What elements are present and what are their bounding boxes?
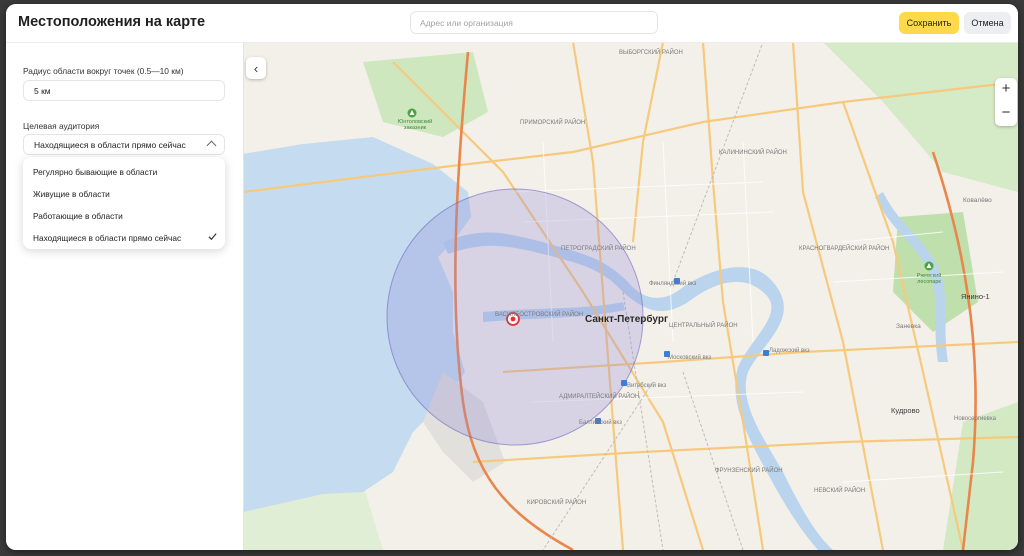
map-label-zanevka: Заневка [896, 323, 921, 330]
map-label-frunzensky: ФРУНЗЕНСКИЙ РАЙОН [715, 468, 783, 474]
map-label-admiralteysky: АДМИРАЛТЕЙСКИЙ РАЙОН [559, 394, 640, 400]
option-label: Живущие в области [33, 189, 110, 199]
save-button[interactable]: Сохранить [899, 12, 959, 34]
map-label-vyborgsky: ВЫБОРГСКИЙ РАЙОН [619, 50, 683, 56]
map-label-vitebsky: Витебский вкз [627, 383, 667, 389]
radius-input[interactable] [34, 85, 214, 96]
option-label: Регулярно бывающие в области [33, 167, 158, 177]
map-label-kirovsky: КИРОВСКИЙ РАЙОН [527, 500, 587, 506]
map-label-vasileostrovsky: ВАСИЛЕОСТРОВСКИЙ РАЙОН [495, 312, 584, 318]
map-label-moskovsky: Московский вкз [668, 355, 712, 361]
chevron-left-icon: ‹ [253, 60, 259, 76]
audience-label: Целевая аудитория [23, 121, 100, 131]
audience-selected-value: Находящиеся в области прямо сейчас [34, 139, 186, 150]
chevron-up-icon [206, 140, 217, 151]
check-icon [208, 233, 217, 241]
map-label-yanino: Янино-1 [961, 292, 990, 301]
map-label-kudrovo: Кудрово [891, 406, 920, 415]
map-label-finlyandsky: Финляндский вкз [649, 281, 697, 287]
audience-option-living[interactable]: Живущие в области [23, 183, 225, 205]
radius-field[interactable] [23, 80, 225, 101]
map-label-kovalevo: Ковалёво [963, 197, 992, 204]
modal-header: Местоположения на карте Сохранить Отмена [6, 4, 1018, 43]
map-label-centralny: ЦЕНТРАЛЬНЫЙ РАЙОН [669, 323, 738, 329]
map-label-city: Санкт-Петербург [585, 314, 669, 325]
map-label-baltiysky: Балтийский вкз [579, 420, 622, 426]
map-label-ladozhsky: Ладожский вкз [769, 348, 810, 354]
zoom-control: + − [995, 78, 1017, 126]
zoom-in-button[interactable]: + [995, 78, 1017, 102]
map-view[interactable]: Санкт-Петербург Янино-1 Кудрово Заневка … [243, 42, 1018, 550]
map-label-primorsky: ПРИМОРСКИЙ РАЙОН [520, 120, 586, 126]
park-marker-icon [924, 261, 934, 271]
map-canvas [243, 42, 1018, 550]
map-label-rzhevsky: Ржевский лесопарк [916, 273, 942, 285]
option-label: Находящиеся в области прямо сейчас [33, 233, 182, 243]
map-label-petrogradsky: ПЕТРОГРАДСКИЙ РАЙОН [561, 246, 636, 252]
audience-dropdown-menu: Регулярно бывающие в области Живущие в о… [23, 157, 225, 249]
audience-option-working[interactable]: Работающие в области [23, 205, 225, 227]
map-label-yuntolovsky: Юнтоловский заказник [397, 119, 433, 131]
audience-option-now[interactable]: Находящиеся в области прямо сейчас [23, 227, 225, 249]
zoom-out-button[interactable]: − [995, 102, 1017, 126]
radius-label: Радиус области вокруг точек (0.5—10 км) [23, 66, 184, 76]
collapse-panel-button[interactable]: ‹ [246, 57, 266, 79]
map-label-krasnogvardeysky: КРАСНОГВАРДЕЙСКИЙ РАЙОН [799, 246, 890, 252]
map-label-nevsky: НЕВСКИЙ РАЙОН [814, 488, 866, 494]
modal-title: Местоположения на карте [18, 14, 206, 30]
audience-option-regular[interactable]: Регулярно бывающие в области [23, 161, 225, 183]
address-search-input[interactable] [410, 11, 658, 34]
option-label: Работающие в области [33, 211, 123, 221]
map-label-novosergievka: Новосергиевка [954, 416, 996, 422]
audience-select[interactable]: Находящиеся в области прямо сейчас [23, 134, 225, 155]
park-marker-icon [407, 108, 417, 118]
cancel-button[interactable]: Отмена [964, 12, 1011, 34]
map-label-kalininsky: КАЛИНИНСКИЙ РАЙОН [719, 150, 787, 156]
settings-sidebar: Радиус области вокруг точек (0.5—10 км) … [6, 42, 244, 550]
locations-modal: Местоположения на карте Сохранить Отмена… [6, 4, 1018, 550]
